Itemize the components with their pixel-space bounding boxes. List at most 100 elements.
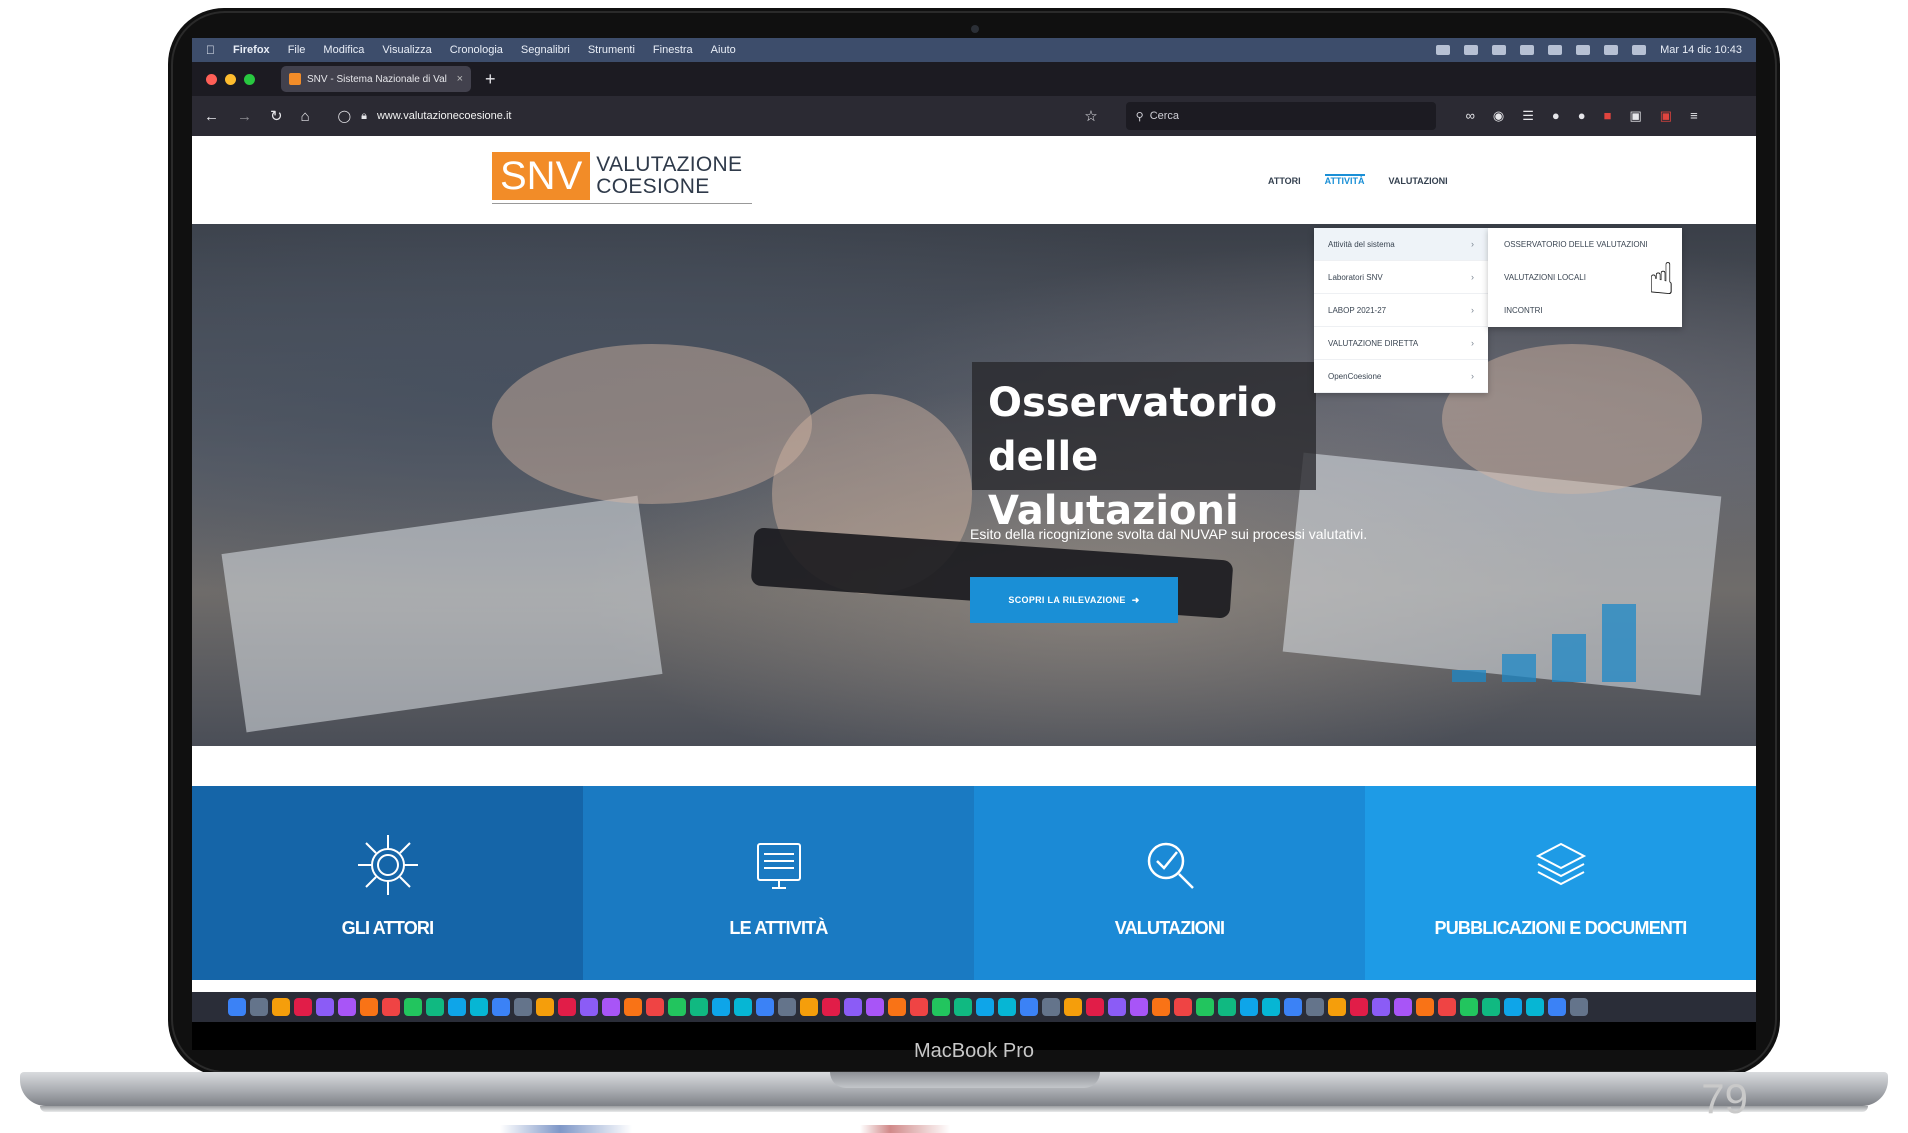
dock-app-icon[interactable] — [1482, 998, 1500, 1016]
site-logo[interactable]: SNV VALUTAZIONE COESIONE — [492, 152, 752, 204]
forward-icon[interactable]: → — [237, 108, 252, 125]
lock-icon[interactable]: 🔒︎ — [361, 110, 367, 123]
dock-app-icon[interactable] — [1306, 998, 1324, 1016]
spotlight-icon[interactable] — [1604, 45, 1619, 55]
dock-app-icon[interactable] — [1460, 998, 1478, 1016]
dock-app-icon[interactable] — [998, 998, 1016, 1016]
extension-icon[interactable]: ■ — [1604, 108, 1612, 124]
menu-finestra[interactable]: Finestra — [653, 44, 693, 56]
dropbox-icon[interactable] — [1436, 45, 1451, 55]
extension-icon[interactable]: ▣ — [1660, 108, 1672, 124]
dock-app-icon[interactable] — [1240, 998, 1258, 1016]
url-bar[interactable]: ◯ 🔒︎ www.valutazionecoesione.it ☆ — [328, 102, 1108, 130]
dock-app-icon[interactable] — [470, 998, 488, 1016]
dock-app-icon[interactable] — [1372, 998, 1390, 1016]
dock-app-icon[interactable] — [1042, 998, 1060, 1016]
extension-icon[interactable]: ∞ — [1466, 108, 1475, 124]
reload-icon[interactable]: ↻ — [270, 107, 283, 125]
home-icon[interactable]: ⌂ — [301, 108, 310, 125]
menu-firefox[interactable]: Firefox — [233, 44, 270, 56]
control-center-icon[interactable] — [1632, 45, 1647, 55]
dropdown-item-valutazione-diretta[interactable]: VALUTAZIONE DIRETTA › — [1314, 327, 1488, 360]
dock-app-icon[interactable] — [1504, 998, 1522, 1016]
dock-app-icon[interactable] — [1130, 998, 1148, 1016]
dock-app-icon[interactable] — [624, 998, 642, 1016]
dock-app-icon[interactable] — [1328, 998, 1346, 1016]
dock-app-icon[interactable] — [668, 998, 686, 1016]
hero-cta-button[interactable]: SCOPRI LA RILEVAZIONE ➜ — [970, 577, 1178, 623]
dock-app-icon[interactable] — [404, 998, 422, 1016]
bookmark-star-icon[interactable]: ☆ — [1084, 107, 1097, 125]
tile-le-attivita[interactable]: LE ATTIVITÀ — [583, 786, 974, 980]
dock-app-icon[interactable] — [228, 998, 246, 1016]
wifi-icon[interactable] — [1576, 45, 1591, 55]
cloud-icon[interactable] — [1492, 45, 1507, 55]
dock-app-icon[interactable] — [690, 998, 708, 1016]
dock-app-icon[interactable] — [1416, 998, 1434, 1016]
menu-visualizza[interactable]: Visualizza — [382, 44, 431, 56]
search-input[interactable]: ⚲ Cerca — [1125, 102, 1436, 130]
dock-app-icon[interactable] — [1174, 998, 1192, 1016]
menubar-clock[interactable]: Mar 14 dic 10:43 — [1660, 44, 1742, 56]
dock-app-icon[interactable] — [1262, 998, 1280, 1016]
dock-app-icon[interactable] — [558, 998, 576, 1016]
dock-app-icon[interactable] — [580, 998, 598, 1016]
dock-app-icon[interactable] — [382, 998, 400, 1016]
dock-app-icon[interactable] — [1350, 998, 1368, 1016]
dock-app-icon[interactable] — [1570, 998, 1588, 1016]
dock-app-icon[interactable] — [514, 998, 532, 1016]
dock-app-icon[interactable] — [492, 998, 510, 1016]
extension-icon[interactable]: ▣ — [1630, 108, 1642, 124]
library-icon[interactable]: ☰ — [1522, 108, 1534, 124]
pocket-icon[interactable]: ◉ — [1493, 108, 1504, 124]
menu-icon[interactable]: ≡ — [1690, 108, 1698, 124]
dock-app-icon[interactable] — [1218, 998, 1236, 1016]
dropdown-item-labop[interactable]: LABOP 2021-27 › — [1314, 294, 1488, 327]
dock-app-icon[interactable] — [1152, 998, 1170, 1016]
dock-app-icon[interactable] — [844, 998, 862, 1016]
new-tab-button[interactable]: + — [485, 69, 496, 90]
tile-gli-attori[interactable]: GLI ATTORI — [192, 786, 583, 980]
dock-app-icon[interactable] — [734, 998, 752, 1016]
dock-app-icon[interactable] — [756, 998, 774, 1016]
dock-app-icon[interactable] — [954, 998, 972, 1016]
dock-app-icon[interactable] — [1394, 998, 1412, 1016]
dock-app-icon[interactable] — [360, 998, 378, 1016]
dock-app-icon[interactable] — [778, 998, 796, 1016]
dock-app-icon[interactable] — [294, 998, 312, 1016]
dock-app-icon[interactable] — [910, 998, 928, 1016]
dock-app-icon[interactable] — [1086, 998, 1104, 1016]
nav-attivita[interactable]: ATTIVITÀ — [1324, 174, 1365, 186]
menu-cronologia[interactable]: Cronologia — [450, 44, 503, 56]
dock-app-icon[interactable] — [1064, 998, 1082, 1016]
dock-app-icon[interactable] — [888, 998, 906, 1016]
dock-app-icon[interactable] — [712, 998, 730, 1016]
nav-attori[interactable]: ATTORI — [1268, 176, 1301, 186]
dock-app-icon[interactable] — [272, 998, 290, 1016]
dock-app-icon[interactable] — [602, 998, 620, 1016]
dock-app-icon[interactable] — [800, 998, 818, 1016]
keyboard-icon[interactable] — [1520, 45, 1535, 55]
dock-app-icon[interactable] — [316, 998, 334, 1016]
battery-icon[interactable] — [1548, 45, 1563, 55]
minimize-window-button[interactable] — [225, 73, 236, 85]
dropdown-item-opencoesione[interactable]: OpenCoesione › — [1314, 360, 1488, 393]
dock-app-icon[interactable] — [1526, 998, 1544, 1016]
browser-tab[interactable]: SNV - Sistema Nazionale di Val × — [281, 66, 471, 92]
menu-modifica[interactable]: Modifica — [323, 44, 364, 56]
dock-app-icon[interactable] — [536, 998, 554, 1016]
menu-strumenti[interactable]: Strumenti — [588, 44, 635, 56]
dock-app-icon[interactable] — [338, 998, 356, 1016]
close-window-button[interactable] — [206, 73, 217, 85]
extension-icon[interactable]: ● — [1578, 108, 1586, 124]
nav-valutazioni[interactable]: VALUTAZIONI — [1389, 176, 1448, 186]
menu-segnalibri[interactable]: Segnalibri — [521, 44, 570, 56]
shield-icon[interactable]: ◯ — [338, 109, 351, 123]
dock-app-icon[interactable] — [448, 998, 466, 1016]
dock-app-icon[interactable] — [1284, 998, 1302, 1016]
extension-icon[interactable]: ● — [1552, 108, 1560, 124]
dock-app-icon[interactable] — [976, 998, 994, 1016]
tab-close-icon[interactable]: × — [457, 73, 463, 85]
menu-file[interactable]: File — [288, 44, 306, 56]
dock-app-icon[interactable] — [426, 998, 444, 1016]
